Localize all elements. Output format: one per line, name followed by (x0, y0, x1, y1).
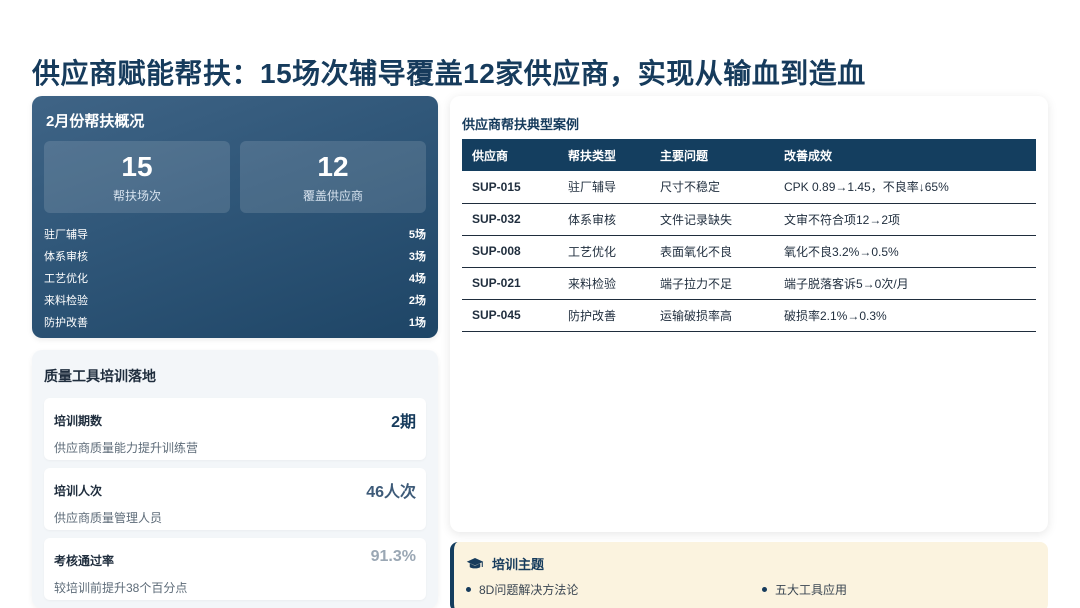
topic-text: 五大工具应用 (775, 583, 848, 597)
cell-type: 工艺优化 (568, 244, 617, 259)
metric-value: 46人次 (366, 484, 416, 501)
column-header: 帮扶类型 (568, 148, 617, 163)
metric-value: 2期 (391, 414, 416, 431)
stat-suppliers: 12 覆盖供应商 (240, 141, 426, 213)
stat-value: 12 (317, 150, 349, 182)
breakdown-count: 5场 (408, 229, 426, 241)
cell-supplier: SUP-015 (472, 179, 521, 194)
breakdown-row: 驻厂辅导 5场 (44, 223, 426, 245)
metric-subtitle: 供应商质量能力提升训练营 (54, 441, 199, 455)
stat-label: 覆盖供应商 (302, 188, 363, 203)
topics-list: 8D问题解决方法论 五大工具应用 (466, 581, 1036, 598)
cell-result: CPK 0.89→1.45，不良率↓65% (784, 180, 949, 195)
table-row: SUP-021 来料检验 端子拉力不足 端子脱落客诉5→0次/月 (462, 267, 1036, 299)
training-topics-card: 培训主题 8D问题解决方法论 五大工具应用 (450, 542, 1048, 608)
cell-supplier: SUP-045 (472, 308, 521, 322)
cell-issue: 端子拉力不足 (660, 276, 733, 291)
table-header-row: 供应商 帮扶类型 主要问题 改善成效 (462, 139, 1036, 171)
cell-type: 体系审核 (568, 212, 617, 227)
cell-type: 来料检验 (568, 276, 617, 291)
bullet-icon (466, 587, 471, 592)
stat-label: 帮扶场次 (112, 188, 161, 203)
breakdown-row: 工艺优化 4场 (44, 267, 426, 289)
stat-value: 15 (121, 150, 153, 182)
stat-sessions: 15 帮扶场次 (44, 141, 230, 213)
cell-issue: 尺寸不稳定 (660, 180, 721, 195)
metric-value: 91.3% (370, 548, 416, 565)
column-header: 改善成效 (784, 148, 833, 163)
metric-pass-rate: 考核通过率 较培训前提升38个百分点 91.3% (44, 538, 426, 600)
metric-sessions: 培训期数 供应商质量能力提升训练营 2期 (44, 398, 426, 460)
cell-type: 驻厂辅导 (568, 180, 617, 195)
topic-text: 8D问题解决方法论 (479, 583, 579, 597)
topics-title: 培训主题 (492, 557, 545, 572)
breakdown-name: 体系审核 (44, 251, 88, 263)
cell-result: 氧化不良3.2%→0.5% (784, 244, 899, 259)
metric-label: 培训期数 (54, 414, 103, 428)
breakdown-name: 来料检验 (44, 295, 88, 307)
cell-issue: 运输破损率高 (660, 308, 733, 323)
breakdown-count: 3场 (408, 251, 426, 263)
graduation-cap-icon (466, 557, 484, 568)
topics-header: 培训主题 (466, 554, 1036, 573)
training-card: 质量工具培训落地 培训期数 供应商质量能力提升训练营 2期 培训人次 供应商质量… (32, 350, 438, 608)
cell-supplier: SUP-032 (472, 212, 521, 226)
metric-attendees: 培训人次 供应商质量管理人员 46人次 (44, 468, 426, 530)
cases-table: 供应商 帮扶类型 主要问题 改善成效 SUP-015 驻厂辅导 尺寸不稳定 CP… (462, 139, 1036, 332)
cell-issue: 文件记录缺失 (660, 212, 733, 227)
overview-stats: 15 帮扶场次 12 覆盖供应商 (44, 141, 426, 213)
breakdown-count: 4场 (408, 273, 426, 285)
breakdown-count: 2场 (408, 295, 426, 307)
cell-supplier: SUP-021 (472, 276, 521, 290)
metric-subtitle: 供应商质量管理人员 (54, 511, 163, 525)
column-header: 主要问题 (660, 148, 709, 163)
metric-subtitle: 较培训前提升38个百分点 (54, 581, 188, 595)
column-header: 供应商 (472, 148, 509, 163)
cell-result: 破损率2.1%→0.3% (784, 308, 887, 323)
cases-title: 供应商帮扶典型案例 (462, 117, 580, 132)
breakdown-name: 驻厂辅导 (44, 229, 88, 241)
list-item: 五大工具应用 (762, 581, 847, 598)
metric-label: 培训人次 (54, 484, 103, 498)
list-item: 8D问题解决方法论 (466, 581, 762, 598)
cell-type: 防护改善 (568, 308, 617, 323)
cell-issue: 表面氧化不良 (660, 244, 733, 259)
breakdown-list: 驻厂辅导 5场 体系审核 3场 工艺优化 4场 来料检验 2场 防护改善 1场 (44, 223, 426, 333)
breakdown-row: 体系审核 3场 (44, 245, 426, 267)
table-row: SUP-015 驻厂辅导 尺寸不稳定 CPK 0.89→1.45，不良率↓65% (462, 171, 1036, 203)
cell-result: 端子脱落客诉5→0次/月 (784, 276, 909, 291)
breakdown-row: 防护改善 1场 (44, 311, 426, 333)
breakdown-row: 来料检验 2场 (44, 289, 426, 311)
metric-label: 考核通过率 (54, 554, 115, 568)
table-row: SUP-045 防护改善 运输破损率高 破损率2.1%→0.3% (462, 299, 1036, 331)
cell-supplier: SUP-008 (472, 244, 521, 258)
overview-title: 2月份帮扶概况 (46, 113, 145, 130)
breakdown-count: 1场 (408, 317, 426, 329)
cases-card: 供应商帮扶典型案例 供应商 帮扶类型 主要问题 改善成效 SUP-015 驻厂辅… (450, 96, 1048, 532)
page-title: 供应商赋能帮扶：15场次辅导覆盖12家供应商，实现从输血到造血 (32, 58, 866, 89)
breakdown-name: 工艺优化 (44, 273, 88, 285)
cell-result: 文审不符合项12→2项 (784, 212, 901, 227)
bullet-icon (762, 587, 767, 592)
training-title: 质量工具培训落地 (44, 368, 156, 384)
table-row: SUP-032 体系审核 文件记录缺失 文审不符合项12→2项 (462, 203, 1036, 235)
overview-card: 2月份帮扶概况 15 帮扶场次 12 覆盖供应商 驻厂辅导 5场 体系审核 3场… (32, 96, 438, 338)
table-row: SUP-008 工艺优化 表面氧化不良 氧化不良3.2%→0.5% (462, 235, 1036, 267)
breakdown-name: 防护改善 (44, 317, 88, 329)
